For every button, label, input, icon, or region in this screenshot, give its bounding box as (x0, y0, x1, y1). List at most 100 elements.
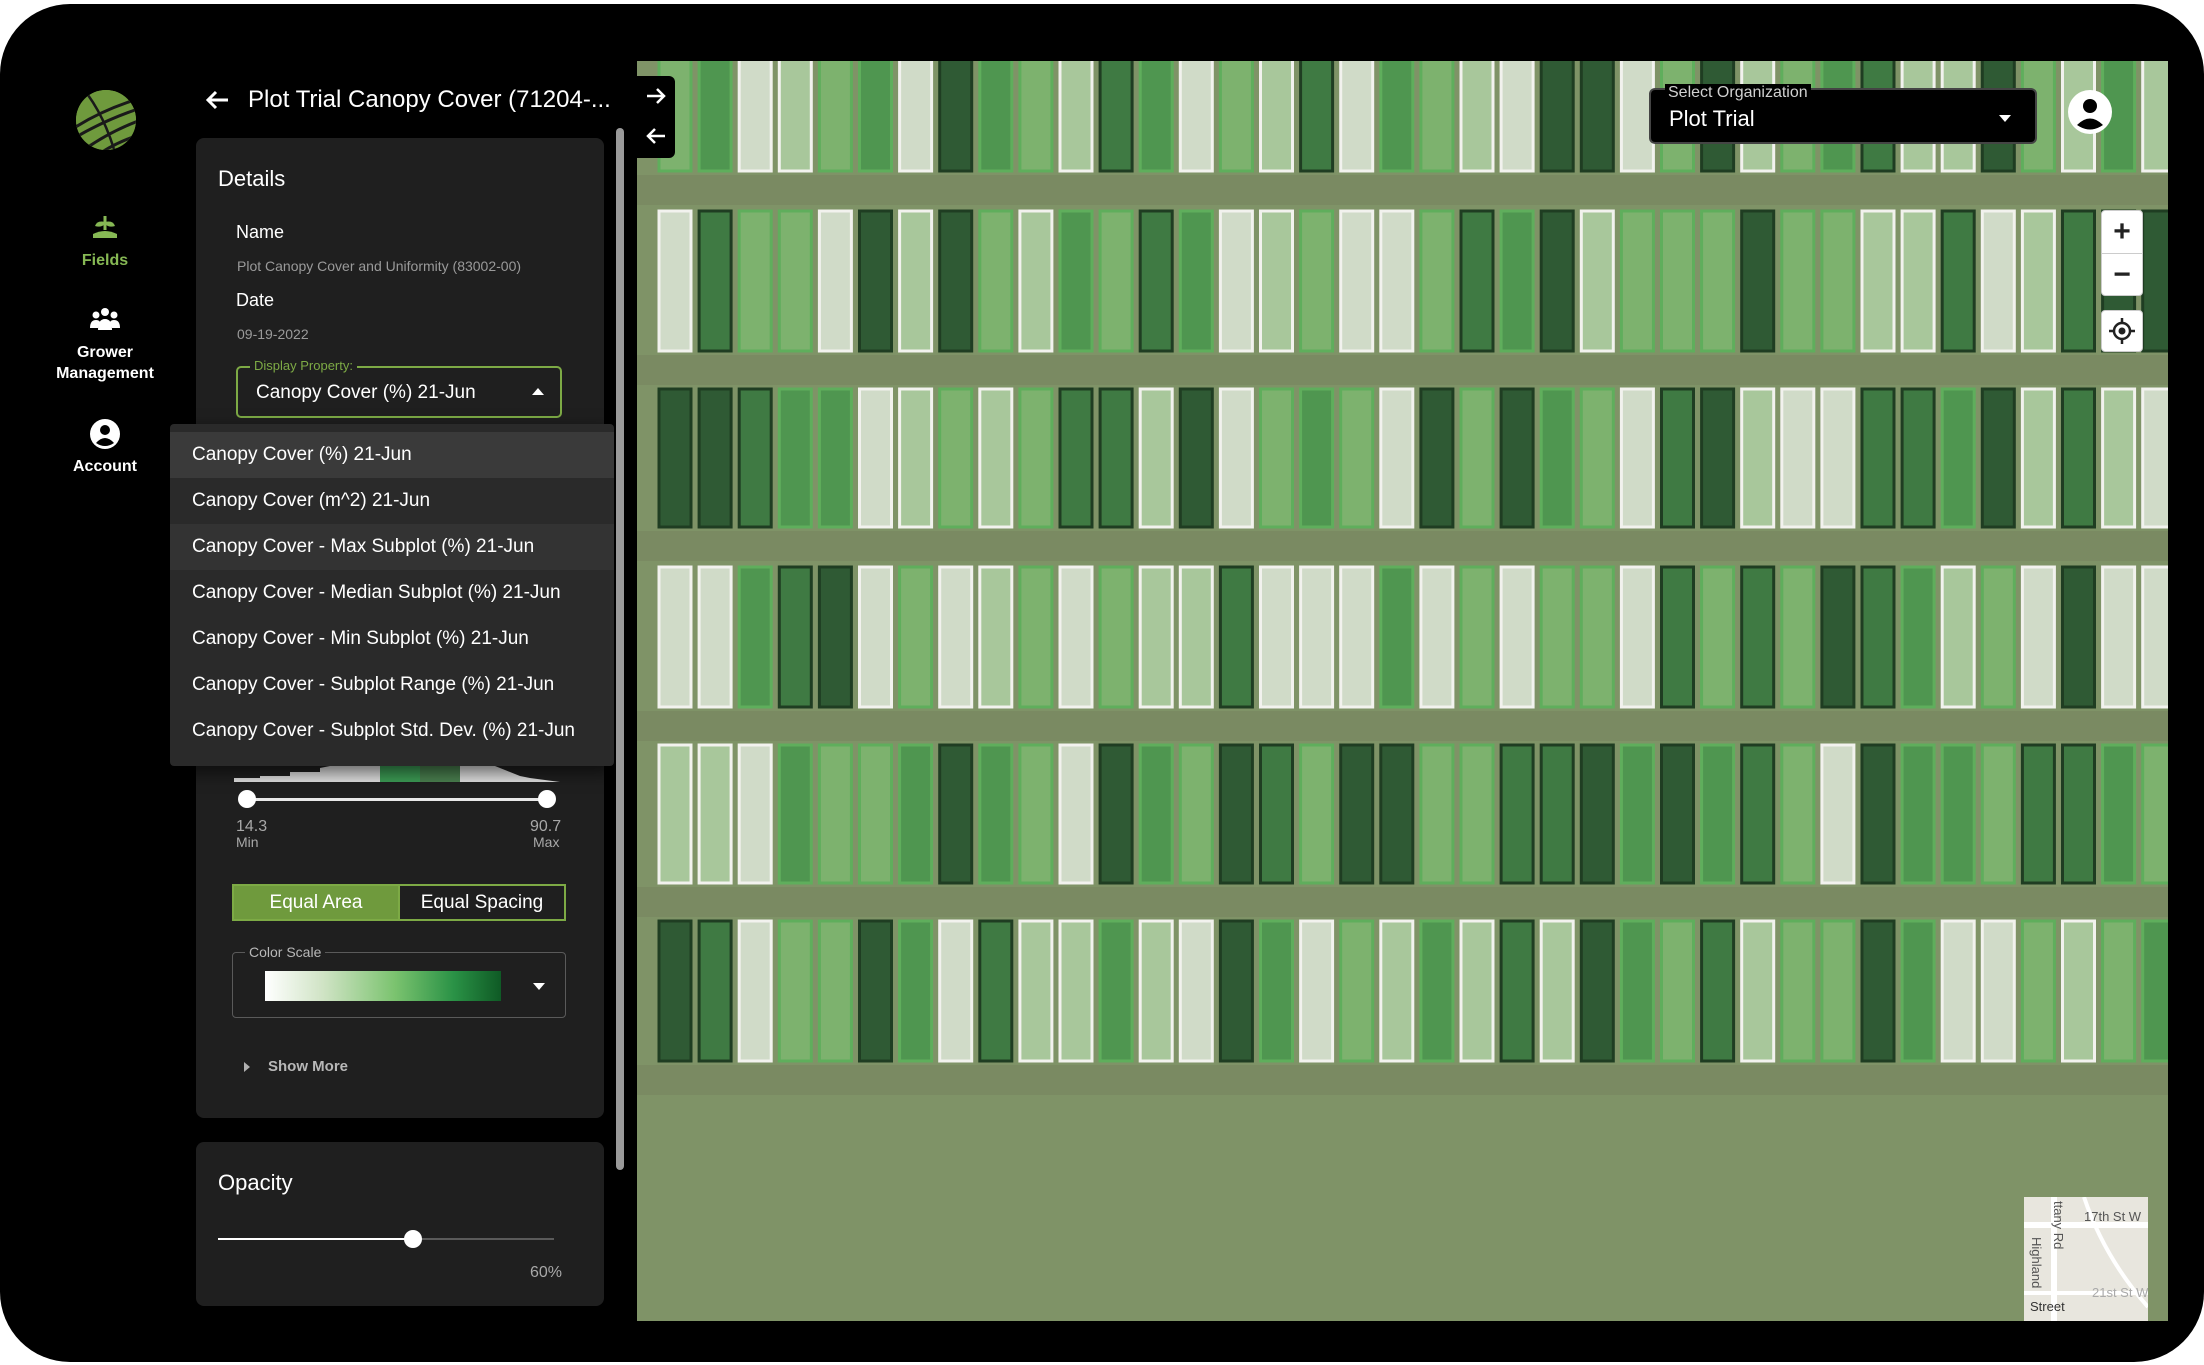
user-avatar-icon[interactable] (2066, 88, 2114, 136)
plot-cell[interactable] (657, 209, 693, 353)
plot-cell[interactable] (1379, 61, 1415, 173)
plot-cell[interactable] (1860, 743, 1896, 885)
plot-cell[interactable] (1218, 743, 1254, 885)
plot-cell[interactable] (2020, 209, 2056, 353)
plot-cell[interactable] (777, 209, 813, 353)
plot-cell[interactable] (1098, 61, 1134, 173)
plot-cell[interactable] (1058, 743, 1094, 885)
plot-cell[interactable] (1419, 61, 1455, 173)
plot-cell[interactable] (978, 61, 1014, 173)
menu-option[interactable]: Canopy Cover - Min Subplot (%) 21-Jun (170, 616, 614, 662)
plot-cell[interactable] (1138, 743, 1174, 885)
plot-cell[interactable] (1218, 209, 1254, 353)
zoom-out-button[interactable]: − (2102, 253, 2142, 295)
plot-cell[interactable] (2020, 387, 2056, 529)
plot-cell[interactable] (1459, 919, 1495, 1063)
plot-cell[interactable] (1700, 743, 1736, 885)
plot-cell[interactable] (1018, 919, 1054, 1063)
plot-cell[interactable] (898, 387, 934, 529)
plot-cell[interactable] (978, 743, 1014, 885)
plot-cell[interactable] (1619, 919, 1655, 1063)
plot-cell[interactable] (1018, 565, 1054, 709)
plot-cell[interactable] (938, 565, 974, 709)
panel-scrollbar[interactable] (616, 128, 624, 1170)
plot-cell[interactable] (1459, 387, 1495, 529)
plot-cell[interactable] (697, 743, 733, 885)
plot-cell[interactable] (1459, 61, 1495, 173)
menu-option[interactable]: Canopy Cover - Subplot Std. Dev. (%) 21-… (170, 708, 614, 754)
range-slider-track[interactable] (248, 798, 548, 801)
plot-cell[interactable] (938, 61, 974, 173)
plot-cell[interactable] (2101, 565, 2137, 709)
plot-cell[interactable] (1820, 919, 1856, 1063)
plot-cell[interactable] (1780, 209, 1816, 353)
plot-cell[interactable] (2101, 743, 2137, 885)
plot-cell[interactable] (1379, 919, 1415, 1063)
plot-cell[interactable] (1058, 919, 1094, 1063)
plot-cell[interactable] (697, 919, 733, 1063)
plot-cell[interactable] (1700, 565, 1736, 709)
plot-cell[interactable] (1780, 919, 1816, 1063)
plot-cell[interactable] (1619, 387, 1655, 529)
plot-cell[interactable] (1579, 565, 1615, 709)
plot-cell[interactable] (1860, 209, 1896, 353)
plot-cell[interactable] (1900, 209, 1936, 353)
plot-cell[interactable] (2061, 919, 2096, 1063)
arrow-left-icon[interactable] (637, 116, 675, 156)
plot-cell[interactable] (2101, 919, 2137, 1063)
plot-cell[interactable] (1299, 387, 1335, 529)
plot-cell[interactable] (777, 387, 813, 529)
range-min-thumb[interactable] (238, 790, 256, 808)
plot-cell[interactable] (1379, 387, 1415, 529)
plot-cell[interactable] (2141, 743, 2168, 885)
plot-cell[interactable] (1660, 387, 1695, 529)
plot-cell[interactable] (1259, 209, 1294, 353)
plot-cell[interactable] (1138, 61, 1174, 173)
plot-cell[interactable] (1499, 209, 1535, 353)
plot-cell[interactable] (1579, 743, 1615, 885)
plot-cell[interactable] (978, 209, 1014, 353)
plot-cell[interactable] (817, 209, 853, 353)
plot-cell[interactable] (1499, 61, 1535, 173)
plot-cell[interactable] (817, 61, 853, 173)
plot-cell[interactable] (1579, 919, 1615, 1063)
plot-cell[interactable] (1740, 209, 1776, 353)
plot-cell[interactable] (1218, 565, 1254, 709)
app-logo[interactable] (76, 90, 136, 150)
plot-cell[interactable] (1820, 565, 1856, 709)
plot-cell[interactable] (1058, 387, 1094, 529)
plot-cell[interactable] (978, 919, 1014, 1063)
plot-cell[interactable] (1259, 61, 1294, 173)
plot-cell[interactable] (1539, 743, 1575, 885)
plot-cell[interactable] (657, 387, 693, 529)
plot-cell[interactable] (1379, 743, 1415, 885)
plot-cell[interactable] (1700, 387, 1736, 529)
plot-cell[interactable] (737, 61, 773, 173)
plot-cell[interactable] (2020, 743, 2056, 885)
plot-cell[interactable] (2141, 919, 2168, 1063)
plot-cell[interactable] (1499, 565, 1535, 709)
color-scale-select[interactable]: Color Scale (232, 944, 566, 1018)
plot-cell[interactable] (1058, 61, 1094, 173)
plot-cell[interactable] (817, 919, 853, 1063)
equal-area-button[interactable]: Equal Area (234, 886, 398, 919)
plot-cell[interactable] (657, 743, 693, 885)
plot-cell[interactable] (1660, 743, 1695, 885)
plot-cell[interactable] (1419, 565, 1455, 709)
plot-cell[interactable] (858, 565, 893, 709)
plot-cell[interactable] (1539, 387, 1575, 529)
plot-cell[interactable] (1820, 209, 1856, 353)
plot-cell[interactable] (1138, 387, 1174, 529)
plot-cell[interactable] (1619, 565, 1655, 709)
plot-cell[interactable] (898, 743, 934, 885)
plot-cell[interactable] (2141, 61, 2168, 173)
plot-cell[interactable] (1579, 209, 1615, 353)
plot-cell[interactable] (1419, 209, 1455, 353)
plot-cell[interactable] (2020, 919, 2056, 1063)
plot-cell[interactable] (898, 209, 934, 353)
plot-cell[interactable] (1259, 565, 1294, 709)
plot-cell[interactable] (2101, 387, 2137, 529)
zoom-in-button[interactable]: + (2102, 211, 2142, 253)
plot-cell[interactable] (1178, 743, 1214, 885)
plot-cell[interactable] (1178, 61, 1214, 173)
